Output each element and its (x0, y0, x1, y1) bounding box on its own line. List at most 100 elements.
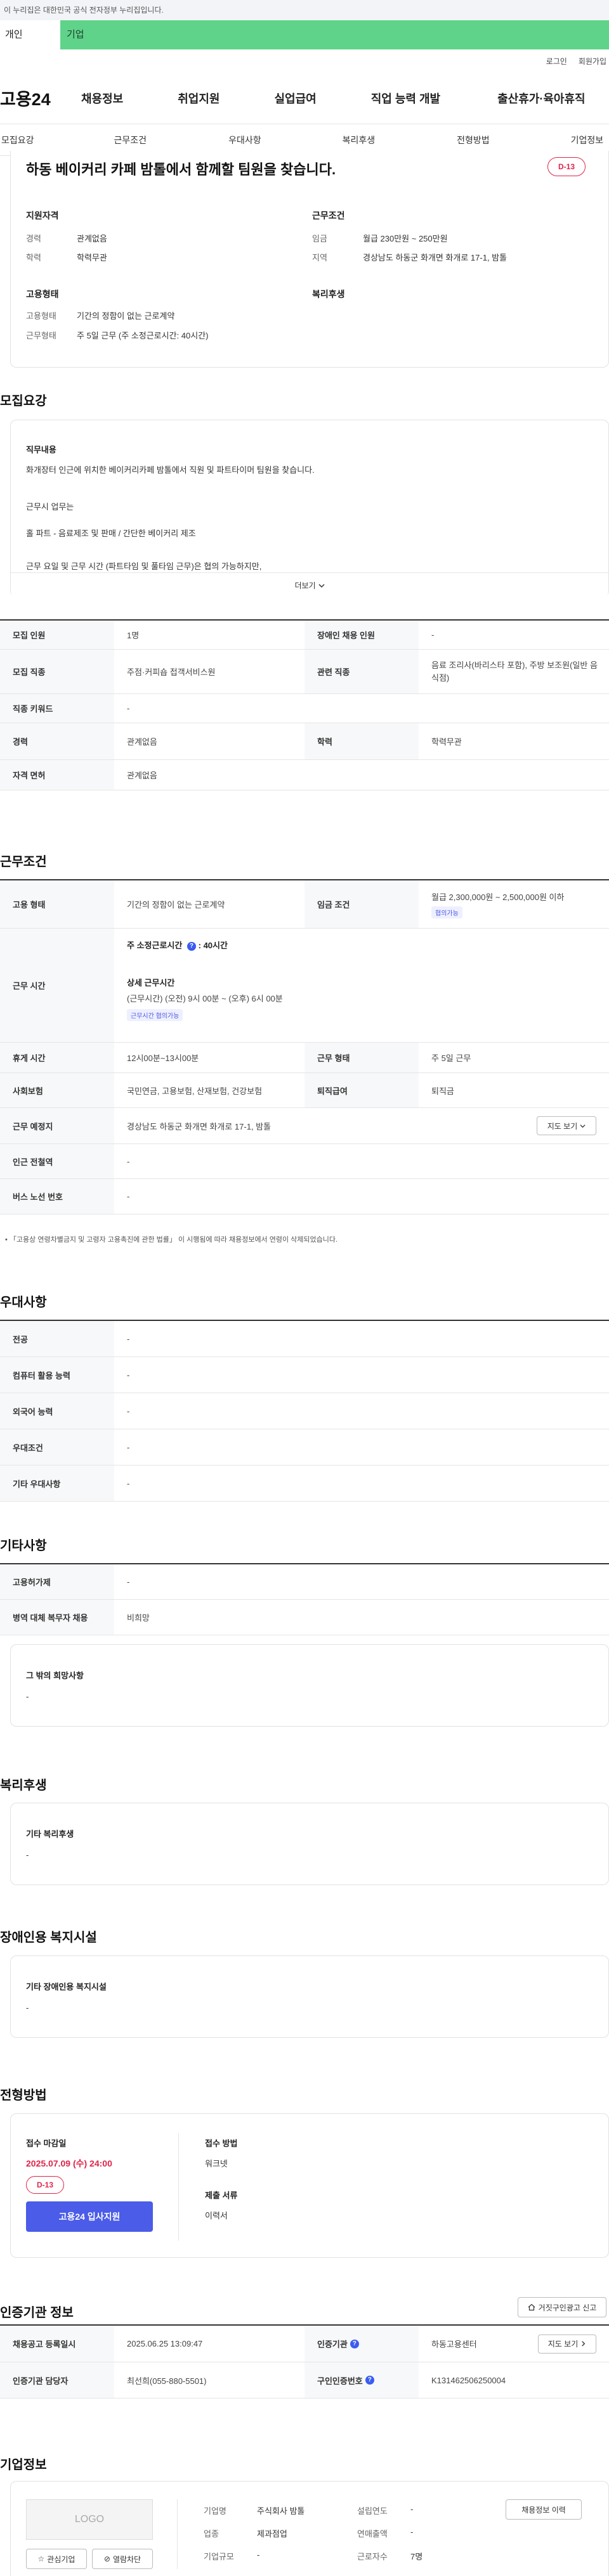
td-license: 관계없음 (127, 771, 157, 780)
preference-table: 전공 - 컴퓨터 활용 능력 - 외국어 능력 - 우대조건 - 기타 우대사항… (0, 1320, 609, 1502)
weekly-hours-label: 주 소정근로시간 (127, 941, 183, 950)
history-button[interactable]: 채용정보 이력 (506, 2499, 582, 2520)
job-desc-line: 홀 파트 - 음료제조 및 판매 / 간단한 베이커리 제조 (26, 529, 196, 538)
disability-heading: 장애인용 복지시설 (0, 1931, 97, 1945)
agency-table: 채용공고 등록일시 2025.06.25 13:09:47 인증기관 ? 하동고… (0, 2324, 609, 2399)
login-link[interactable]: 로그인 (546, 56, 567, 67)
favorite-label: 관심기업 (47, 2554, 75, 2564)
company-name-label: 기업명 (204, 2506, 226, 2516)
th-pref-condition: 우대조건 (0, 1429, 114, 1465)
table-row: 컴퓨터 활용 능력 - (0, 1357, 609, 1393)
table-row: 근무 시간 주 소정근로시간 ? : 40시간 상세 근무시간 (근무시간) (… (0, 929, 609, 1043)
th-job-number: 구인인증번호 ? (304, 2362, 419, 2398)
tab-personal[interactable]: 개인 (0, 20, 60, 49)
detail-hours-value: (근무시간) (오전) 9시 00분 ~ (오후) 6시 00분 (127, 994, 283, 1003)
td-pref-other: - (127, 1478, 130, 1488)
td-location: 경상남도 하동군 화개면 화개로 17-1, 밤톨 지도 보기 (114, 1108, 609, 1143)
th-severance: 퇴직급여 (304, 1073, 419, 1107)
td-break: 12시00분~13시00분 (127, 1053, 199, 1063)
th-emp-type: 고용 형태 (0, 880, 114, 928)
block-button[interactable]: ⊘ 열람차단 (92, 2549, 153, 2569)
map-button[interactable]: 지도 보기 (537, 1116, 596, 1135)
subnav-selection[interactable]: 전형방법 (457, 134, 490, 146)
td-education: 학력무관 (431, 737, 462, 747)
gnb-item-jobs[interactable]: 채용정보 (81, 90, 123, 106)
site-logo[interactable]: 고용24 (0, 86, 79, 110)
recruit-table: 모집 인원 1명 장애인 채용 인원 - 모집 직종 주점·커피숍 접객서비스원… (0, 619, 609, 790)
wage-value: 월급 230만원 ~ 250만원 (363, 234, 448, 243)
th-shift: 근무 형태 (304, 1043, 419, 1072)
subnav-company[interactable]: 기업정보 (571, 134, 604, 146)
subnav-preference[interactable]: 우대사항 (228, 134, 261, 146)
info-icon[interactable]: ? (365, 2376, 374, 2385)
revenue-value: - (410, 2527, 414, 2537)
industry-value: 제과점업 (257, 2529, 287, 2539)
size-label: 기업규모 (204, 2552, 234, 2561)
founded-label: 설립연도 (357, 2506, 388, 2516)
block-label: 열람차단 (112, 2554, 141, 2564)
career-value: 관계없음 (77, 234, 107, 243)
th-agency: 인증기관 ? (304, 2326, 419, 2362)
td-hours: 주 소정근로시간 ? : 40시간 상세 근무시간 (근무시간) (오전) 9시… (114, 929, 609, 1042)
table-row: 버스 노선 번호 - (0, 1179, 609, 1214)
table-row: 인증기관 담당자 최선희(055-880-5501) 구인인증번호 ? K131… (0, 2362, 609, 2399)
favorite-button[interactable]: ☆ 관심기업 (26, 2549, 87, 2569)
dday-badge: D-13 (547, 157, 586, 176)
report-button[interactable]: 거짓구인광고 신고 (518, 2297, 606, 2317)
th-pref-other: 기타 우대사항 (0, 1465, 114, 1501)
employees-label: 근로자수 (357, 2552, 388, 2561)
info-icon[interactable]: ? (350, 2339, 359, 2348)
table-row: 고용 형태 기간의 정함이 없는 근로계약 임금 조건 월급 2,300,000… (0, 880, 609, 929)
disability-box-title: 기타 장애인용 복지시설 (26, 1982, 107, 1992)
docs-label: 제출 서류 (205, 2191, 238, 2200)
star-icon: ☆ (37, 2554, 45, 2563)
table-row: 고용허가제 - (0, 1564, 609, 1600)
td-emp-type: 기간의 정함이 없는 근로계약 (127, 900, 225, 910)
th-permit: 고용허가제 (0, 1564, 114, 1599)
company-heading: 기업정보 (0, 2458, 47, 2472)
agency-map-button[interactable]: 지도 보기 (538, 2334, 596, 2354)
signup-link[interactable]: 회원가입 (579, 56, 606, 67)
more-button[interactable]: 더보기 (11, 572, 608, 598)
th-reg-date: 채용공고 등록일시 (0, 2326, 114, 2362)
selection-box: 접수 마감일 2025.07.09 (수) 24:00 D-13 고용24 입사… (10, 2113, 609, 2258)
gnb-item-leave[interactable]: 출산휴가·육아휴직 (497, 90, 585, 106)
th-bus: 버스 노선 번호 (0, 1179, 114, 1214)
info-icon[interactable]: ? (187, 941, 196, 951)
gnb-item-unemployment[interactable]: 실업급여 (275, 90, 317, 106)
qual-title: 지원자격 (26, 210, 59, 221)
deadline-label: 접수 마감일 (26, 2139, 67, 2148)
td-insurance: 국민연금, 고용보험, 산재보험, 건강보험 (127, 1086, 263, 1096)
th-job-category: 모집 직종 (0, 650, 114, 693)
tab-company[interactable]: 기업 (60, 20, 609, 49)
table-row: 사회보험 국민연금, 고용보험, 산재보험, 건강보험 퇴직급여 퇴직금 (0, 1073, 609, 1108)
jobno-label: 구인인증번호 (317, 2376, 363, 2386)
weekly-hours: 주 소정근로시간 ? : 40시간 (127, 939, 228, 951)
detail-hours-label: 상세 근무시간 (127, 978, 175, 988)
subnav-recruit[interactable]: 모집요강 (1, 134, 34, 146)
subnav-welfare[interactable]: 복리후생 (343, 134, 376, 146)
td-station: - (127, 1156, 130, 1166)
table-row: 모집 인원 1명 장애인 채용 인원 - (0, 621, 609, 650)
apply-button[interactable]: 고용24 입사지원 (26, 2201, 153, 2232)
conditions-table: 고용 형태 기간의 정함이 없는 근로계약 임금 조건 월급 2,300,000… (0, 879, 609, 1214)
selection-heading: 전형방법 (0, 2089, 47, 2103)
age-notice-text: 「고용상 연령차별금지 및 고령자 고용촉진에 관한 법률」 이 시행됨에 따라… (9, 1236, 338, 1244)
th-related-job: 관련 직종 (304, 650, 419, 693)
conditions-heading: 근무조건 (0, 855, 47, 869)
method-label: 접수 방법 (205, 2139, 238, 2148)
td-computer: - (127, 1370, 130, 1380)
th-manager: 인증기관 담당자 (0, 2362, 114, 2398)
table-row: 외국어 능력 - (0, 1393, 609, 1429)
th-keyword: 직종 키워드 (0, 694, 114, 723)
gnb-item-training[interactable]: 직업 능력 개발 (371, 90, 440, 106)
td-career: 관계없음 (127, 737, 157, 747)
job-desc-line: 근무시 업무는 (26, 502, 74, 512)
subnav-conditions[interactable]: 근무조건 (114, 134, 147, 146)
th-location: 근무 예정지 (0, 1108, 114, 1143)
table-row: 자격 면허 관계없음 (0, 760, 609, 790)
etc-heading: 기타사항 (0, 1539, 47, 1553)
size-value: - (257, 2550, 260, 2560)
gnb-item-employment[interactable]: 취업지원 (178, 90, 219, 106)
job-title: 하동 베이커리 카페 밤톨에서 함께할 팀원을 찾습니다. (26, 162, 336, 177)
